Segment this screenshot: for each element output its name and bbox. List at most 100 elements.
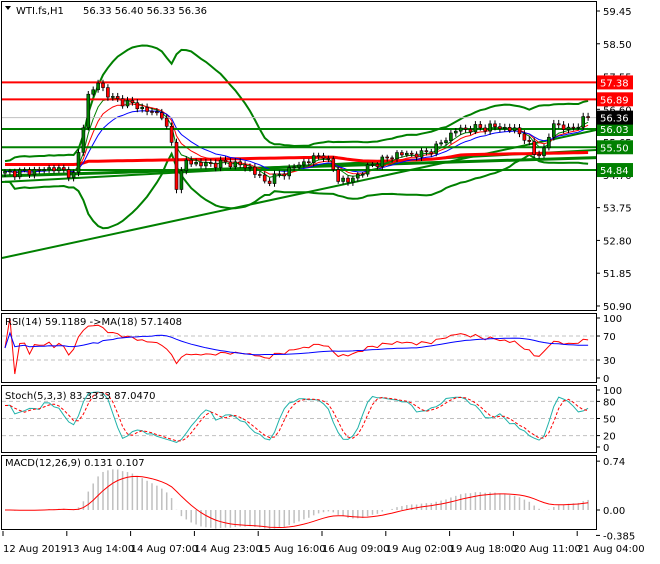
macd-tick-label: -0.385 (603, 531, 635, 542)
candle (243, 164, 247, 169)
candle (76, 152, 81, 173)
rsi-tick-label: 70 (603, 332, 616, 343)
price-tick-label: 53.75 (603, 204, 632, 215)
candle (517, 127, 522, 135)
candle (302, 161, 306, 166)
candle (32, 169, 37, 176)
symbol-header: WTI.fs,H1 (16, 6, 64, 17)
candle (561, 124, 566, 130)
stoch-tick-label: 0 (603, 443, 609, 454)
candle (71, 172, 76, 178)
level-price-label: 56.89 (600, 95, 629, 106)
macd-tick-label: 0.00 (603, 506, 625, 517)
candle (502, 127, 507, 130)
candle (8, 170, 12, 173)
candle (253, 166, 257, 175)
price-tick-label: 58.50 (603, 40, 632, 51)
candle (42, 169, 47, 171)
price-tick-label: 50.90 (603, 302, 632, 313)
candle (498, 126, 502, 130)
candle (155, 111, 159, 114)
candle (213, 162, 218, 168)
candle (395, 152, 399, 160)
candle (365, 164, 370, 175)
candle (478, 124, 483, 129)
candle (160, 112, 164, 119)
time-tick-label: 12 Aug 2019 (3, 544, 67, 555)
rsi-tick-label: 0 (603, 374, 609, 385)
candle (341, 177, 345, 182)
candle (145, 106, 149, 112)
time-tick-label: 16 Aug 09:00 (322, 544, 389, 555)
time-tick-label: 15 Aug 16:00 (258, 544, 325, 555)
candle (37, 169, 42, 171)
macd-tick-label: 0.74 (603, 457, 625, 468)
candle (522, 133, 527, 141)
candle (566, 126, 571, 130)
candle (542, 147, 546, 157)
time-tick-label: 19 Aug 18:00 (450, 544, 517, 555)
stoch-tick-label: 80 (603, 397, 616, 408)
candle (86, 93, 91, 129)
time-tick-label: 19 Aug 02:00 (386, 544, 453, 555)
candle (488, 123, 492, 132)
time-tick-label: 20 Aug 11:00 (513, 544, 580, 555)
candle (419, 150, 424, 158)
candle (326, 158, 331, 160)
level-price-label: 55.50 (600, 143, 629, 154)
candle (390, 157, 394, 160)
candle (17, 169, 22, 178)
candle (556, 123, 561, 126)
candle (223, 159, 228, 163)
candle (209, 162, 213, 164)
price-tick-label: 51.85 (603, 269, 632, 280)
candle (267, 180, 272, 184)
candle (360, 173, 365, 176)
candle (130, 100, 135, 104)
candle (355, 174, 360, 179)
ohlc-header: 56.33 56.40 56.33 56.36 (83, 6, 207, 17)
candle (512, 127, 517, 131)
time-tick-label: 14 Aug 23:00 (194, 544, 261, 555)
candle (106, 87, 110, 98)
level-price-label: 57.38 (600, 78, 629, 89)
candle (439, 142, 443, 145)
candle (581, 116, 586, 128)
candle (13, 170, 17, 178)
candle (551, 123, 556, 138)
candle (547, 136, 551, 149)
candle (150, 111, 154, 113)
candle (115, 96, 120, 99)
candle (135, 102, 140, 110)
rsi-label: RSI(14) 59.1189 ->MA(18) 57.1408 (5, 317, 182, 328)
candle (400, 152, 404, 156)
candle (199, 161, 203, 167)
candle (164, 117, 169, 127)
candle (52, 167, 56, 172)
candle (218, 159, 223, 168)
time-tick-label: 14 Aug 07:00 (131, 544, 198, 555)
rsi-tick-label: 30 (603, 356, 616, 367)
candle (434, 143, 439, 154)
candle (331, 158, 336, 170)
current-price-label: 56.36 (600, 114, 629, 125)
candle (101, 82, 105, 88)
candle (277, 173, 282, 176)
macd-label: MACD(12,26,9) 0.131 0.107 (5, 458, 145, 469)
candle (375, 163, 380, 167)
candle (316, 155, 321, 157)
stoch-label: Stoch(5,3,3) 83.3333 87.0470 (5, 391, 156, 402)
candle (306, 161, 311, 164)
time-tick-label: 13 Aug 14:00 (67, 544, 134, 555)
trading-chart[interactable]: 59.4558.5057.5556.6055.6554.7053.7552.80… (0, 0, 660, 560)
candle (248, 166, 252, 169)
candle (449, 132, 453, 141)
level-price-label: 54.84 (600, 166, 629, 177)
candle (414, 153, 419, 158)
candle (571, 126, 576, 129)
candle (120, 98, 125, 107)
candle (532, 141, 537, 155)
candle (297, 164, 301, 168)
candle (336, 169, 341, 182)
candle (194, 161, 198, 165)
